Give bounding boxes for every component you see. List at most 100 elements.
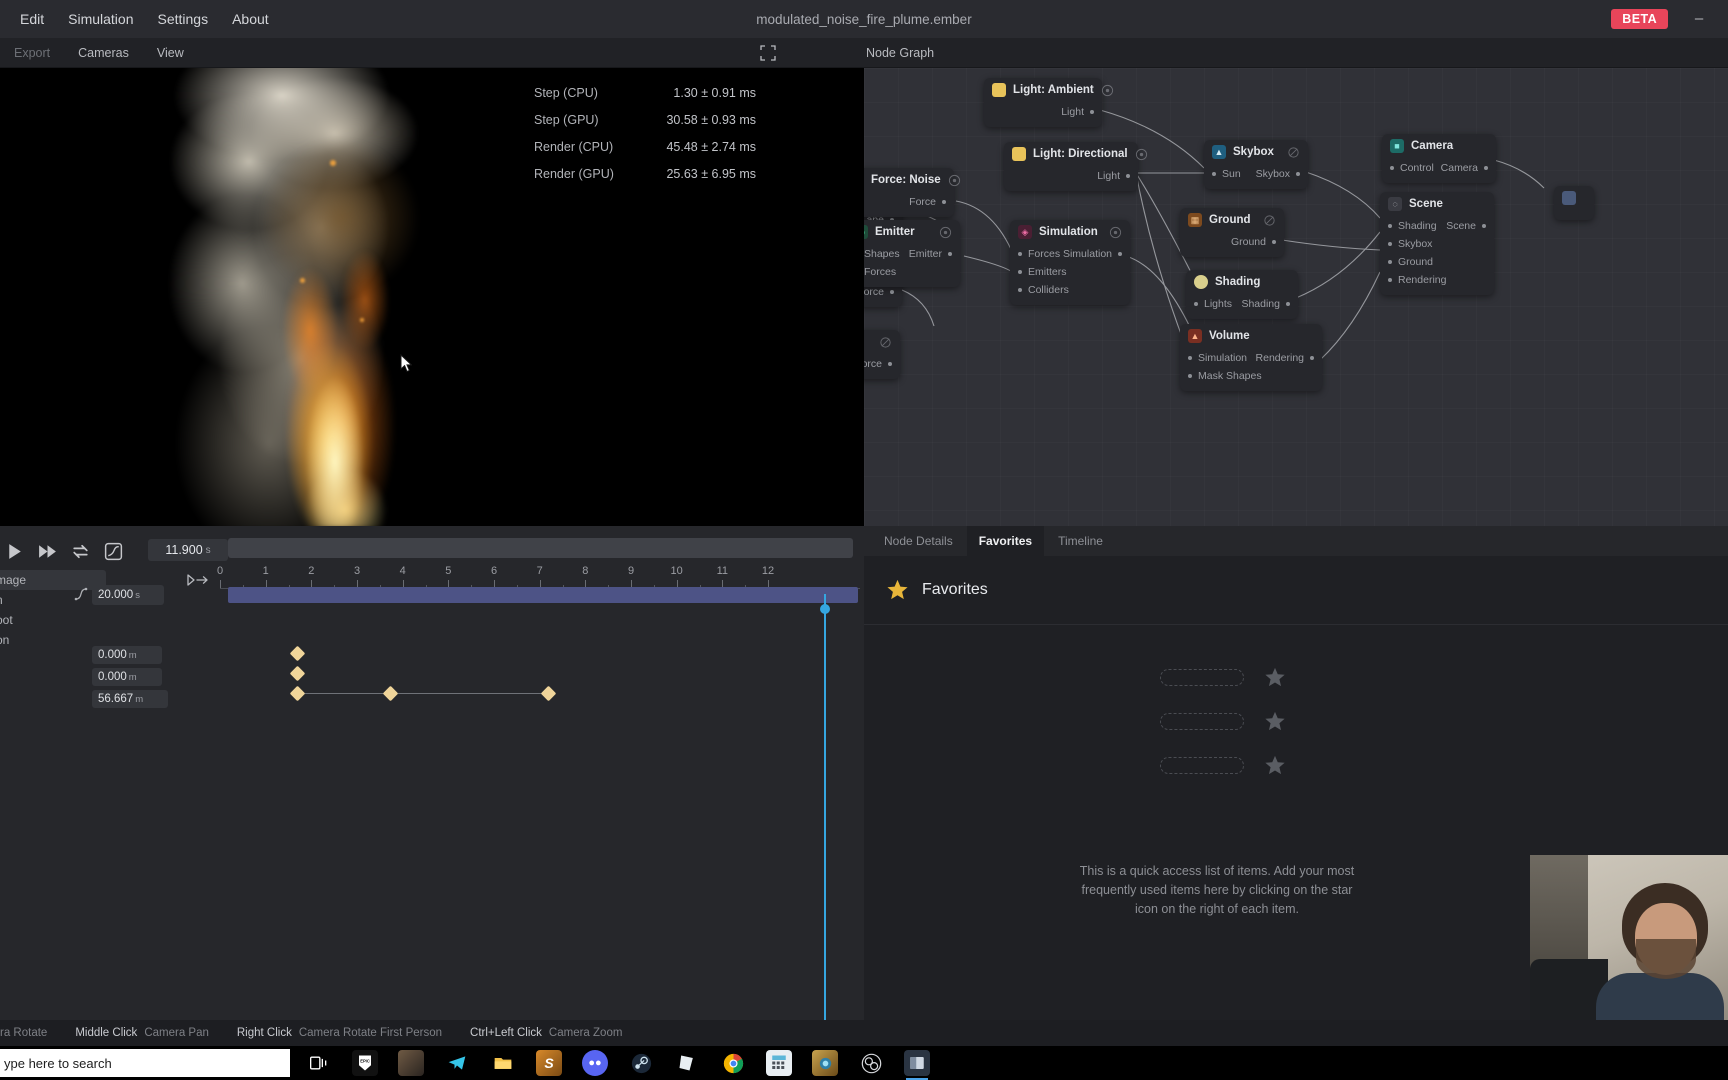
port-out[interactable]: Rendering xyxy=(1256,352,1314,364)
node-shading[interactable]: Shading Lights Shading xyxy=(1186,270,1298,319)
play-icon[interactable] xyxy=(4,541,25,562)
embergen-icon[interactable] xyxy=(904,1050,930,1080)
port-out[interactable]: Emitter xyxy=(909,248,952,260)
port-out[interactable]: Simulation xyxy=(1063,248,1122,260)
node-simulation[interactable]: ◈ Simulation Forces Simulation Emitters xyxy=(1010,220,1130,305)
fast-forward-icon[interactable] xyxy=(37,541,58,562)
keyframe-value-field-z[interactable]: 56.667 m xyxy=(92,690,168,708)
current-time-field[interactable]: 11.900 s xyxy=(148,539,228,561)
game-launcher-icon[interactable] xyxy=(812,1050,838,1076)
port-in[interactable]: Skybox xyxy=(1388,238,1432,250)
port-in[interactable]: Emitters xyxy=(1018,266,1067,278)
port-out[interactable]: orce xyxy=(864,358,892,370)
toolbar-item-view[interactable]: View xyxy=(143,38,198,68)
port-in[interactable]: Lights xyxy=(1194,298,1232,310)
menu-item-simulation[interactable]: Simulation xyxy=(56,0,145,38)
favorites-placeholder-row[interactable] xyxy=(1160,666,1286,688)
eye-icon[interactable] xyxy=(1109,226,1122,239)
port-out[interactable]: Force xyxy=(864,286,894,298)
port-in[interactable]: Forces xyxy=(1018,248,1060,260)
toolbar-item-export[interactable]: Export xyxy=(0,38,64,68)
port-in[interactable]: Colliders xyxy=(1018,284,1069,296)
star-icon[interactable] xyxy=(1264,754,1286,776)
port-dot[interactable] xyxy=(1484,166,1488,170)
port-in[interactable]: Sun xyxy=(1212,168,1241,180)
eye-icon[interactable] xyxy=(1101,84,1114,97)
eye-icon[interactable] xyxy=(1135,148,1148,161)
keyframe-marker[interactable] xyxy=(289,645,305,662)
fullscreen-icon[interactable] xyxy=(760,45,776,61)
port-dot[interactable] xyxy=(1118,252,1122,256)
node-volume[interactable]: ▲ Volume Simulation Rendering Mask Shape… xyxy=(1180,324,1322,391)
port-dot[interactable] xyxy=(1272,240,1276,244)
port-dot[interactable] xyxy=(1018,288,1022,292)
duration-field[interactable]: 20.000 s xyxy=(92,585,164,605)
port-out[interactable]: Skybox xyxy=(1256,168,1300,180)
port-dot[interactable] xyxy=(890,290,894,294)
eye-icon-crossed[interactable] xyxy=(879,336,892,349)
port-dot[interactable] xyxy=(1388,242,1392,246)
port-dot[interactable] xyxy=(1310,356,1314,360)
port-dot[interactable] xyxy=(888,362,892,366)
node-force-noise[interactable]: ❋ Force: Noise Force xyxy=(864,168,960,217)
keyframe-marker[interactable] xyxy=(289,685,305,702)
port-dot[interactable] xyxy=(948,252,952,256)
port-out[interactable]: Light xyxy=(1097,170,1130,182)
port-in[interactable]: Shading xyxy=(1388,220,1437,232)
node-camera[interactable]: ■ Camera Control Camera xyxy=(1382,134,1496,183)
port-out[interactable]: Ground xyxy=(1231,236,1276,248)
node-light-ambient[interactable]: Light: Ambient Light xyxy=(984,78,1113,127)
eye-icon-crossed[interactable] xyxy=(1263,214,1276,227)
epic-games-icon[interactable]: EPIC xyxy=(352,1050,378,1076)
discord-icon[interactable]: ●● xyxy=(582,1050,608,1076)
node-ground[interactable]: ▦ Ground Ground xyxy=(1180,208,1284,257)
telegram-icon[interactable] xyxy=(444,1050,470,1076)
chrome-icon[interactable] xyxy=(720,1050,746,1076)
search-input[interactable]: ype here to search xyxy=(0,1049,290,1077)
port-dot[interactable] xyxy=(1194,302,1198,306)
port-out[interactable]: Light xyxy=(1061,106,1094,118)
keyframe-value-field-y[interactable]: 0.000 m xyxy=(92,668,162,686)
notes-icon[interactable] xyxy=(674,1050,700,1076)
eye-icon-crossed[interactable] xyxy=(1287,146,1300,159)
timeline-track-bar[interactable] xyxy=(228,587,858,603)
node-scene[interactable]: ◌ Scene Shading Scene Skybox Ground Rend… xyxy=(1380,192,1494,295)
port-out[interactable]: Scene xyxy=(1446,220,1486,232)
eye-icon[interactable] xyxy=(948,174,961,187)
playhead-knob[interactable] xyxy=(820,604,830,614)
port-dot[interactable] xyxy=(1188,356,1192,360)
obs-icon[interactable] xyxy=(858,1050,884,1076)
port-dot[interactable] xyxy=(1388,278,1392,282)
tab-node-details[interactable]: Node Details xyxy=(872,526,965,556)
star-icon[interactable] xyxy=(1264,710,1286,732)
eye-icon[interactable] xyxy=(939,226,952,239)
port-dot[interactable] xyxy=(1388,260,1392,264)
node-emitter[interactable]: ◎ Emitter Shapes Emitter Forces xyxy=(864,220,960,287)
port-dot[interactable] xyxy=(1090,110,1094,114)
port-in[interactable]: Control xyxy=(1390,162,1434,174)
port-dot[interactable] xyxy=(1018,270,1022,274)
keyframe-value-field-x[interactable]: 0.000 m xyxy=(92,646,162,664)
calculator-icon[interactable] xyxy=(766,1050,792,1076)
port-out[interactable]: Force xyxy=(909,196,946,208)
keyframe-marker[interactable] xyxy=(289,665,305,682)
keyframe-marker[interactable] xyxy=(540,685,556,702)
tab-timeline[interactable]: Timeline xyxy=(1046,526,1115,556)
toolbar-item-cameras[interactable]: Cameras xyxy=(64,38,143,68)
port-dot[interactable] xyxy=(1212,172,1216,176)
step-to-end-icon[interactable] xyxy=(186,572,210,588)
task-view-icon[interactable] xyxy=(306,1050,332,1076)
favorites-placeholder-row[interactable] xyxy=(1160,710,1286,732)
game-app-icon[interactable] xyxy=(398,1050,424,1076)
minimize-icon[interactable]: – xyxy=(1688,8,1710,30)
star-icon[interactable] xyxy=(1264,666,1286,688)
node-force-partial[interactable]: orce xyxy=(864,330,900,379)
port-dot[interactable] xyxy=(1018,252,1022,256)
port-dot[interactable] xyxy=(942,200,946,204)
port-dot[interactable] xyxy=(1388,224,1392,228)
port-dot[interactable] xyxy=(1296,172,1300,176)
sublime-text-icon[interactable]: S xyxy=(536,1050,562,1076)
curve-editor-icon[interactable] xyxy=(103,541,124,562)
port-in[interactable]: Ground xyxy=(1388,256,1433,268)
curve-icon[interactable] xyxy=(74,587,88,601)
